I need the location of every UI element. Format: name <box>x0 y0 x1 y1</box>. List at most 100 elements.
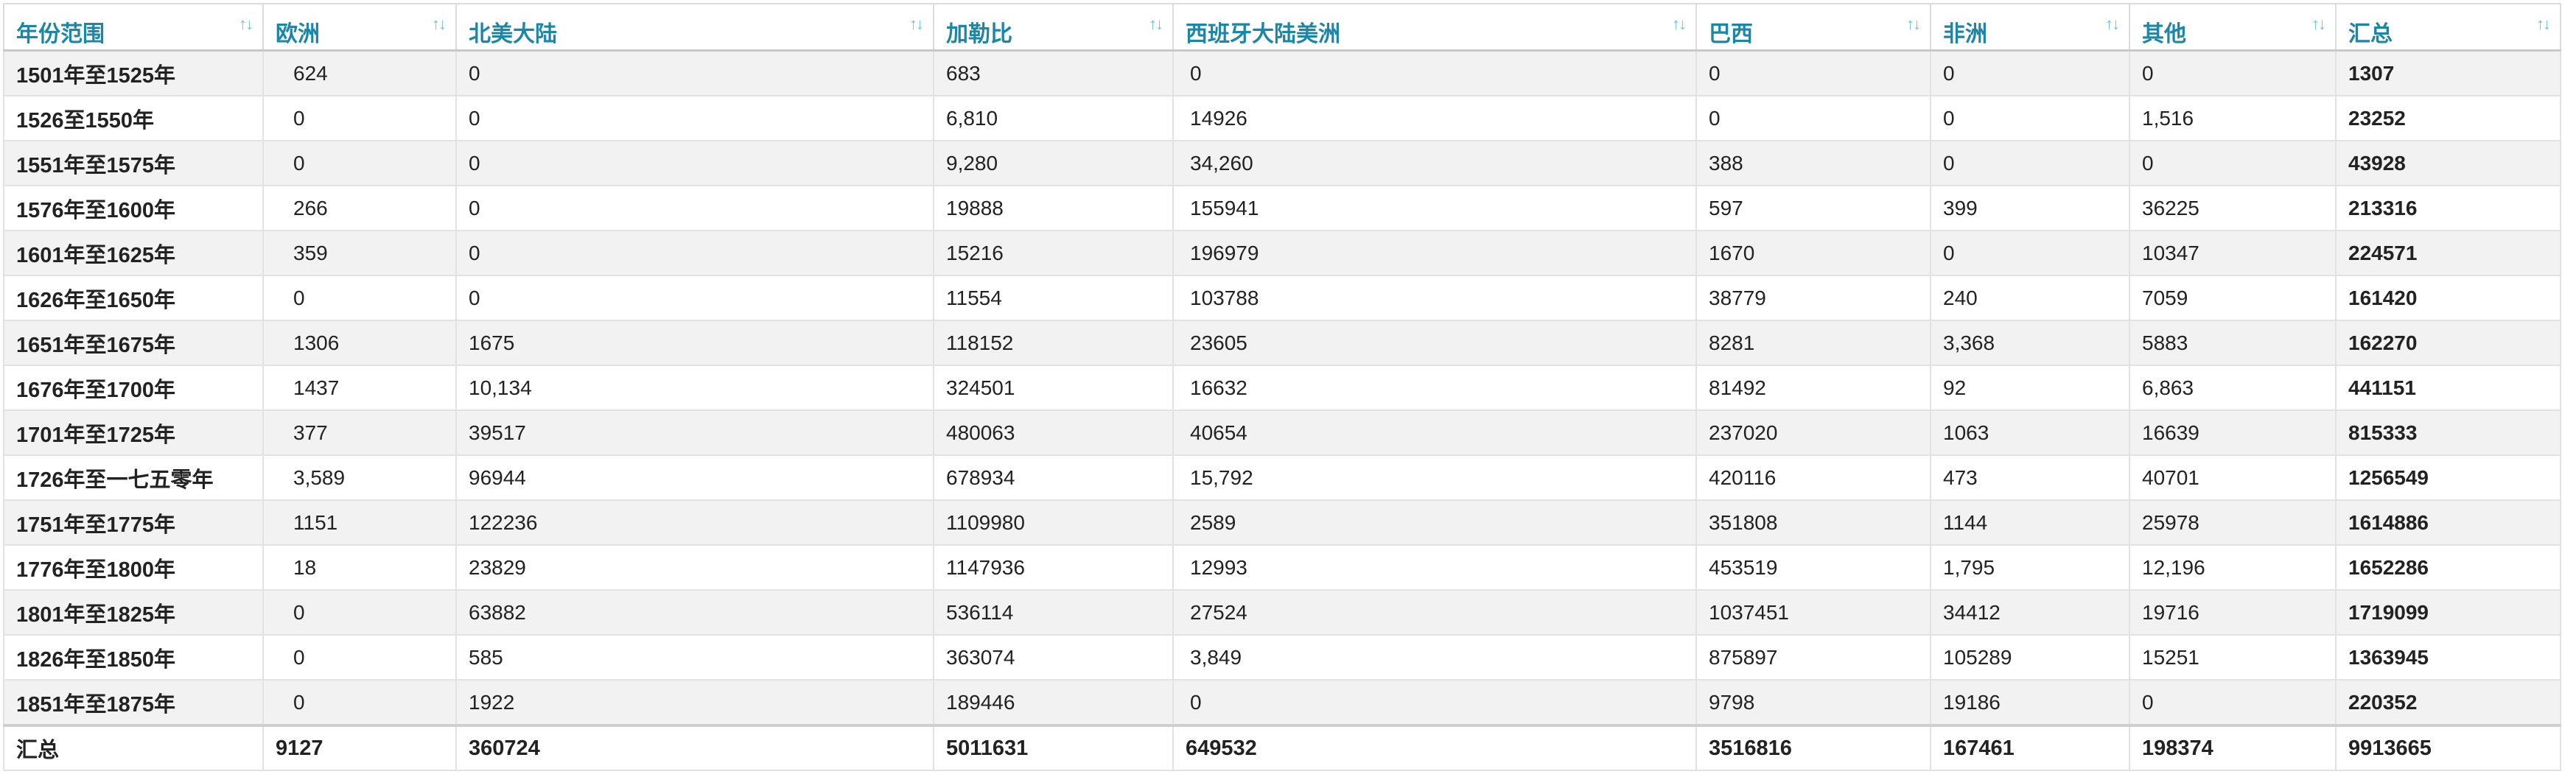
col-north-america-cell: 10,134 <box>455 365 934 411</box>
col-spanish-america-cell: 155941 <box>1172 185 1697 231</box>
col-spanish-america-cell: 3,849 <box>1172 634 1697 681</box>
col-brazil-header[interactable]: 巴西 ↑↓ <box>1695 3 1931 52</box>
col-total-total: 9913665 <box>2335 724 2561 771</box>
col-total-cell: 43928 <box>2335 140 2561 186</box>
col-north-america-cell: 23829 <box>455 544 934 591</box>
sort-icon[interactable]: ↑↓ <box>239 15 253 34</box>
table-header: 年份范围 ↑↓ 欧洲 ↑↓ 北美大陆 ↑↓ 加勒比 ↑↓ 西班牙大陆美洲 ↑↓ 巴西 ↑↓ 非洲 ↑↓ 其他… <box>3 3 2561 52</box>
col-caribbean-cell: 6,810 <box>933 95 1174 141</box>
col-africa-cell: 0 <box>1930 230 2130 276</box>
col-year-range-cell: 1776年至1800年 <box>3 544 264 591</box>
col-total-cell: 1614886 <box>2335 499 2561 546</box>
sort-icon[interactable]: ↑↓ <box>2536 15 2551 34</box>
col-year-range-cell: 1501年至1525年 <box>3 49 264 96</box>
table-row: 1626年至1650年 0 0 11554 103788 38779 240 7059 1614… <box>3 275 2561 321</box>
sort-icon[interactable]: ↑↓ <box>1672 15 1687 34</box>
col-spanish-america-cell: 2589 <box>1172 499 1697 546</box>
col-total-cell: 213316 <box>2335 185 2561 231</box>
col-other-cell: 12,196 <box>2129 544 2337 591</box>
col-north-america-cell: 0 <box>455 140 934 186</box>
col-caribbean-header[interactable]: 加勒比 ↑↓ <box>933 3 1174 52</box>
sort-icon[interactable]: ↑↓ <box>2311 15 2326 34</box>
col-brazil-cell: 420116 <box>1695 454 1931 501</box>
col-brazil-cell: 0 <box>1695 95 1931 141</box>
col-caribbean-cell: 363074 <box>933 634 1174 681</box>
col-north-america-cell: 0 <box>455 185 934 231</box>
col-north-america-cell: 0 <box>455 230 934 276</box>
col-europe-cell: 0 <box>262 589 457 636</box>
col-africa-cell: 240 <box>1930 275 2130 321</box>
total-row: 汇总 9127 360724 5011631 649532 3516816 167461 19… <box>3 724 2561 771</box>
col-other-cell: 25978 <box>2129 499 2337 546</box>
header-row: 年份范围 ↑↓ 欧洲 ↑↓ 北美大陆 ↑↓ 加勒比 ↑↓ 西班牙大陆美洲 ↑↓ 巴西 ↑↓ 非洲 ↑↓ 其他… <box>3 3 2561 52</box>
col-europe-cell: 1437 <box>262 365 457 411</box>
col-caribbean-cell: 683 <box>933 49 1174 96</box>
col-north-america-cell: 585 <box>455 634 934 681</box>
col-caribbean-label: 加勒比 <box>946 21 1012 46</box>
col-caribbean-cell: 536114 <box>933 589 1174 636</box>
col-europe-cell: 624 <box>262 49 457 96</box>
col-north-america-cell: 39517 <box>455 409 934 456</box>
col-north-america-cell: 1675 <box>455 320 934 366</box>
col-africa-total: 167461 <box>1930 724 2130 771</box>
col-spanish-america-cell: 23605 <box>1172 320 1697 366</box>
table-row: 1601年至1625年 359 0 15216 196979 1670 0 10347 2245… <box>3 230 2561 276</box>
col-other-cell: 1,516 <box>2129 95 2337 141</box>
col-europe-cell: 18 <box>262 544 457 591</box>
col-year-range-cell: 1701年至1725年 <box>3 409 264 456</box>
col-north-america-header[interactable]: 北美大陆 ↑↓ <box>455 3 934 52</box>
table-row: 1576年至1600年 266 0 19888 155941 597 399 36225 213… <box>3 185 2561 231</box>
col-caribbean-cell: 1109980 <box>933 499 1174 546</box>
col-africa-header[interactable]: 非洲 ↑↓ <box>1930 3 2130 52</box>
sort-icon[interactable]: ↑↓ <box>2105 15 2120 34</box>
col-spanish-america-header[interactable]: 西班牙大陆美洲 ↑↓ <box>1172 3 1697 52</box>
sort-icon[interactable]: ↑↓ <box>1906 15 1921 34</box>
col-brazil-cell: 0 <box>1695 49 1931 96</box>
col-caribbean-cell: 189446 <box>933 679 1174 726</box>
sort-icon[interactable]: ↑↓ <box>1149 15 1163 34</box>
col-year-range-cell: 1751年至1775年 <box>3 499 264 546</box>
col-brazil-cell: 1037451 <box>1695 589 1931 636</box>
col-spanish-america-cell: 27524 <box>1172 589 1697 636</box>
col-spanish-america-cell: 103788 <box>1172 275 1697 321</box>
col-caribbean-total: 5011631 <box>933 724 1174 771</box>
table-row: 1651年至1675年 1306 1675 118152 23605 8281 3,368 5… <box>3 320 2561 366</box>
col-caribbean-cell: 9,280 <box>933 140 1174 186</box>
col-total-label: 汇总 <box>2348 21 2393 46</box>
sort-icon[interactable]: ↑↓ <box>432 15 447 34</box>
col-total-cell: 162270 <box>2335 320 2561 366</box>
col-other-cell: 36225 <box>2129 185 2337 231</box>
sort-icon[interactable]: ↑↓ <box>909 15 924 34</box>
col-europe-header[interactable]: 欧洲 ↑↓ <box>262 3 457 52</box>
col-brazil-cell: 597 <box>1695 185 1931 231</box>
col-year-range-cell: 1676年至1700年 <box>3 365 264 411</box>
col-total-cell: 441151 <box>2335 365 2561 411</box>
col-brazil-cell: 875897 <box>1695 634 1931 681</box>
col-europe-cell: 359 <box>262 230 457 276</box>
col-other-cell: 5883 <box>2129 320 2337 366</box>
col-brazil-cell: 237020 <box>1695 409 1931 456</box>
table-row: 1676年至1700年 1437 10,134 324501 16632 81492 92 6… <box>3 365 2561 411</box>
col-other-cell: 40701 <box>2129 454 2337 501</box>
col-europe-cell: 0 <box>262 634 457 681</box>
col-spanish-america-cell: 14926 <box>1172 95 1697 141</box>
col-other-cell: 10347 <box>2129 230 2337 276</box>
col-africa-cell: 1144 <box>1930 499 2130 546</box>
col-spanish-america-cell: 196979 <box>1172 230 1697 276</box>
col-north-america-cell: 96944 <box>455 454 934 501</box>
col-europe-cell: 266 <box>262 185 457 231</box>
col-total-header[interactable]: 汇总 ↑↓ <box>2335 3 2561 52</box>
col-africa-cell: 0 <box>1930 140 2130 186</box>
col-other-label: 其他 <box>2142 21 2186 46</box>
table-row: 1776年至1800年 18 23829 1147936 12993 453519 1,79… <box>3 544 2561 591</box>
col-other-cell: 7059 <box>2129 275 2337 321</box>
table-footer: 汇总 9127 360724 5011631 649532 3516816 167461 19… <box>3 724 2561 771</box>
col-africa-cell: 0 <box>1930 49 2130 96</box>
col-europe-label: 欧洲 <box>276 21 320 46</box>
col-other-cell: 0 <box>2129 679 2337 726</box>
table-row: 1801年至1825年 0 63882 536114 27524 1037451 34412… <box>3 589 2561 636</box>
col-other-header[interactable]: 其他 ↑↓ <box>2129 3 2337 52</box>
col-north-america-total: 360724 <box>455 724 934 771</box>
col-europe-cell: 0 <box>262 140 457 186</box>
col-year-range-header[interactable]: 年份范围 ↑↓ <box>3 3 264 52</box>
